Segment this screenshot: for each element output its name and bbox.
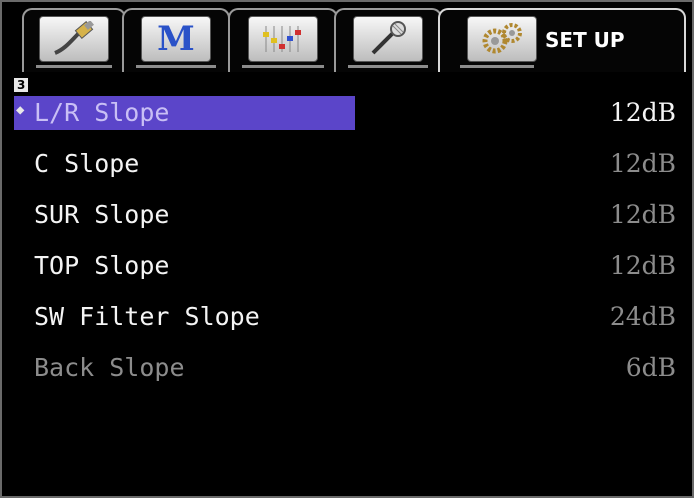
setting-label: L/R Slope xyxy=(34,98,170,127)
equalizer-sliders-icon xyxy=(248,16,318,62)
tab-equalizer[interactable] xyxy=(228,8,338,72)
m-letter-icon: M xyxy=(141,16,211,62)
tab-input[interactable] xyxy=(22,8,126,72)
setting-label: Back Slope xyxy=(34,353,185,382)
hdmi-cable-icon xyxy=(39,16,109,62)
cursor-arrow-icon: ◆ xyxy=(16,102,25,118)
setting-value: 12dB xyxy=(609,251,676,280)
setting-row-sw-filter-slope[interactable]: SW Filter Slope 24dB xyxy=(14,298,686,336)
setting-value: 6dB xyxy=(625,353,676,382)
tab-microphone[interactable] xyxy=(334,8,442,72)
gears-icon xyxy=(467,16,537,62)
setting-row-sur-slope[interactable]: SUR Slope 12dB xyxy=(14,196,686,234)
setting-label: TOP Slope xyxy=(34,251,170,280)
setting-label: SUR Slope xyxy=(34,200,170,229)
setting-label: C Slope xyxy=(34,149,140,178)
setting-row-top-slope[interactable]: TOP Slope 12dB xyxy=(14,247,686,285)
setting-value: 12dB xyxy=(609,149,676,178)
tab-setup-label: SET UP xyxy=(545,28,625,52)
setting-value: 12dB xyxy=(609,98,676,127)
setup-screen: M SET UP 3 ◆ L/R Slope 12dB C Slope 12dB… xyxy=(0,0,694,498)
setting-value: 24dB xyxy=(609,302,676,331)
page-number-badge: 3 xyxy=(14,78,29,92)
setting-row-lr-slope[interactable]: ◆ L/R Slope 12dB xyxy=(14,94,686,132)
setting-label: SW Filter Slope xyxy=(34,302,260,331)
tab-setup[interactable]: SET UP xyxy=(438,8,686,72)
microphone-icon xyxy=(353,16,423,62)
setting-value: 12dB xyxy=(609,200,676,229)
tab-bar: M SET UP xyxy=(14,4,686,76)
tab-mode[interactable]: M xyxy=(122,8,230,72)
setting-row-c-slope[interactable]: C Slope 12dB xyxy=(14,145,686,183)
setting-row-back-slope: Back Slope 6dB xyxy=(14,349,686,387)
